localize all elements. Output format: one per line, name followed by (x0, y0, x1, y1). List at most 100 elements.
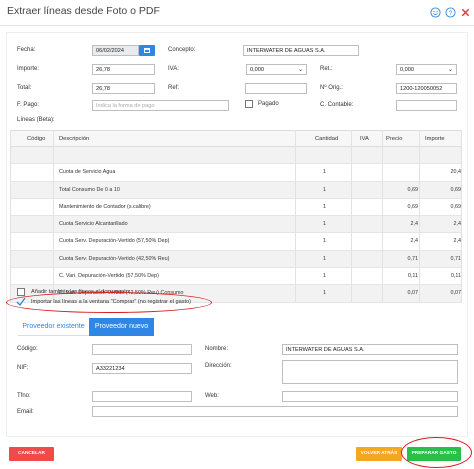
codigo-label: Código: (17, 346, 38, 352)
cell-cantidad: 1 (323, 290, 326, 297)
nif-input[interactable]: A33221234 (92, 363, 192, 374)
iva-label: IVA: (168, 66, 179, 72)
chevron-down-icon: ⌄ (447, 67, 453, 73)
cell-importe: 2,4 (453, 238, 462, 245)
concepto-label: Concepto: (168, 47, 196, 53)
lines-table: Código Descripción Cantidad IVA Precio I… (10, 130, 462, 303)
nombre-label: Nombre: (205, 346, 229, 352)
cell-precio: 0,11 (407, 273, 418, 280)
importe-input[interactable]: 26,78 (92, 64, 155, 75)
svg-text:?: ? (449, 10, 453, 17)
cell-cantidad: 1 (323, 238, 326, 245)
codigo-input[interactable] (92, 344, 192, 355)
cell-descripcion: Cuota Serv. Depuración-Vertido (42,50% R… (59, 255, 170, 262)
norig-input[interactable]: 1200-120050052 (396, 83, 457, 94)
fecha-input[interactable]: 06/02/2024 (92, 45, 139, 56)
back-button[interactable]: VOLVER ATRÁS (356, 447, 402, 461)
tab-new-provider[interactable]: Proveedor nuevo (89, 318, 154, 336)
contable-label: C. Contable: (320, 102, 354, 108)
cell-importe: 0,71 (450, 255, 462, 262)
cell-precio: 0,07 (407, 290, 419, 297)
iva-value: 0,000 (250, 67, 264, 73)
nombre-input[interactable]: INTERWATER DE AGUAS S.A. (282, 344, 458, 355)
tab-existing-provider[interactable]: Proveedor existente (18, 318, 89, 336)
cell-descripcion: C. Vari. Depuración-Vertido (57,50% Dep) (59, 273, 159, 280)
annotation-ellipse (401, 437, 472, 468)
total-label: Total: (17, 85, 32, 91)
cell-descripcion: Total Consumo De 0 a 10 (59, 186, 120, 193)
col-divider (461, 130, 462, 303)
close-icon[interactable] (460, 7, 471, 18)
cell-precio: 2,4 (410, 221, 419, 228)
table-row[interactable]: Cuota Servicio Alcantarillado 1 2,4 2,4 (10, 216, 462, 234)
table-row[interactable]: Cuota de Servicio Agua 1 20,4 (10, 164, 462, 182)
table-row[interactable]: Cuota Serv. Depuración-Vertido (42,50% R… (10, 250, 462, 269)
norig-label: Nº Orig.: (320, 85, 343, 91)
pagado-checkbox[interactable] (245, 100, 253, 108)
title-bar: Extraer líneas desde Foto o PDF ? (0, 0, 474, 26)
nif-label: NIF: (17, 365, 29, 371)
table-body: Cuota de Servicio Agua 1 20,4 Total Consumo… (10, 147, 462, 303)
cell-importe: 2,4 (453, 221, 462, 228)
smile-icon[interactable] (430, 7, 441, 18)
col-importe: Importe (425, 136, 445, 142)
concepto-input[interactable]: INTERWATER DE AGUAS S.A. (243, 45, 359, 56)
ret-value: 0,000 (400, 67, 414, 73)
importe-label: Importe: (17, 66, 40, 72)
col-iva: IVA (360, 136, 369, 142)
ref-label: Ref: (168, 85, 180, 91)
window-title: Extraer líneas desde Foto o PDF (7, 5, 160, 17)
cell-cantidad: 1 (323, 169, 326, 176)
direccion-textarea[interactable] (282, 360, 458, 384)
table-row[interactable]: Mantenimiento de Contador (s.calibre) 1 0,… (10, 199, 462, 217)
cell-descripcion: Mantenimiento de Contador (s.calibre) (59, 203, 151, 210)
col-precio: Precio (386, 136, 403, 142)
email-label: Email: (17, 409, 34, 415)
table-row[interactable] (10, 147, 462, 165)
cell-cantidad: 1 (323, 255, 326, 262)
contable-input[interactable] (396, 100, 457, 111)
cell-importe: 0,07 (450, 290, 462, 297)
cell-importe: 0,11 (450, 273, 461, 280)
cell-descripcion: Cuota Serv. Depuración-Vertido (57,50% D… (59, 238, 170, 245)
direccion-label: Dirección: (205, 363, 232, 369)
cell-importe: 0,69 (450, 186, 462, 193)
pagado-label: Pagado (258, 101, 279, 107)
calendar-button[interactable] (139, 45, 155, 56)
fpago-label: F. Pago: (17, 102, 40, 108)
web-input[interactable] (282, 391, 458, 402)
fecha-label: Fecha: (17, 47, 36, 53)
calendar-icon (144, 48, 150, 53)
table-row[interactable]: Total Consumo De 0 a 10 1 0,69 0,69 (10, 181, 462, 199)
col-codigo: Código (27, 136, 46, 142)
help-icon[interactable]: ? (445, 7, 456, 18)
col-divider (295, 130, 296, 303)
ret-label: Ret.: (320, 66, 333, 72)
iva-select[interactable]: 0,000 ⌄ (246, 64, 307, 75)
cell-cantidad: 1 (323, 203, 326, 210)
cell-cantidad: 1 (323, 186, 326, 193)
cell-importe: 20,4 (450, 169, 462, 176)
cell-cantidad: 1 (323, 273, 326, 280)
table-row[interactable]: C. Vari. Depuración-Vertido (57,50% Dep)… (10, 268, 462, 286)
col-descripcion: Descripción (59, 136, 90, 142)
fpago-input[interactable]: Indica la forma de pago (92, 100, 229, 111)
cell-descripcion: Cuota Servicio Alcantarillado (59, 221, 128, 228)
ret-select[interactable]: 0,000 ⌄ (396, 64, 457, 75)
col-divider (382, 130, 383, 303)
cancel-button[interactable]: CANCELAR (9, 447, 54, 461)
col-divider (351, 130, 352, 303)
table-row[interactable]: Cuota Serv. Depuración-Vertido (57,50% D… (10, 233, 462, 251)
cell-precio: 2,4 (410, 238, 419, 245)
total-input[interactable]: 26,78 (92, 83, 155, 94)
tfno-input[interactable] (92, 391, 192, 402)
annotation-ellipse (6, 292, 212, 313)
col-cantidad: Cantidad (315, 136, 339, 142)
email-input[interactable] (92, 406, 458, 417)
add-lines-checkbox[interactable] (17, 288, 25, 296)
cell-precio: 0,71 (407, 255, 419, 262)
cell-precio: 0,69 (407, 186, 419, 193)
col-divider (419, 130, 420, 303)
table-header: Código Descripción Cantidad IVA Precio I… (10, 130, 462, 147)
ref-input[interactable] (245, 83, 307, 94)
